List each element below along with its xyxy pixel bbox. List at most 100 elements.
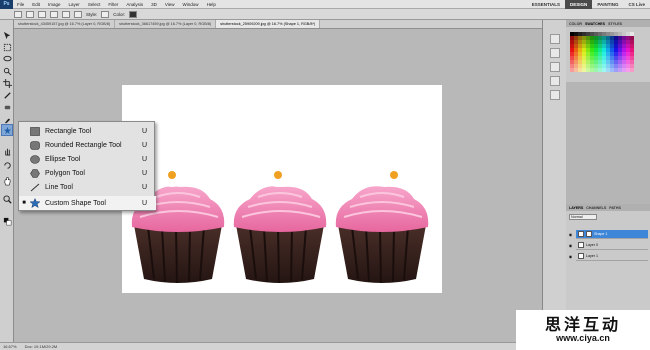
brushes-icon[interactable] [550, 90, 560, 100]
custom-shape-tool-item[interactable]: ■ Custom Shape Tool U [19, 196, 156, 210]
panel-icon-strip [542, 20, 566, 350]
layer-thumbnail [578, 242, 584, 248]
tab-layers[interactable]: LAYERS [569, 206, 583, 210]
quick-select-tool-icon[interactable] [2, 66, 12, 76]
status-bar: 16.67% Doc: 19.1M/29.2M [0, 342, 542, 350]
shortcut-key: U [142, 199, 148, 207]
eyedropper-tool-icon[interactable] [2, 90, 12, 100]
menu-image[interactable]: Image [44, 2, 65, 7]
document-tabs: shutterstock_43459157.jpg @ 16.7% (Layer… [14, 20, 542, 29]
menu-analysis[interactable]: Analysis [122, 2, 147, 7]
layer-name: Layer 0 [586, 243, 598, 247]
rectangle-tool-item[interactable]: Rectangle Tool U [19, 124, 156, 138]
color-label: Color: [113, 11, 126, 17]
tab-styles[interactable]: STYLES [608, 22, 622, 26]
document-tab[interactable]: shutterstock_36617459.jpg @ 16.7% (Layer… [115, 20, 217, 28]
tab-swatches[interactable]: SWATCHES [585, 22, 605, 26]
custom-shape-tool-icon[interactable] [1, 124, 13, 136]
visibility-eye-icon[interactable]: ◉ [568, 254, 573, 259]
visibility-eye-icon[interactable]: ◉ [568, 243, 573, 248]
workspace-painting[interactable]: PAINTING [592, 0, 623, 9]
tool-name: Ellipse Tool [45, 155, 81, 163]
ellipse-tool-item[interactable]: Ellipse Tool U [19, 152, 156, 166]
tools-panel [0, 20, 14, 350]
tool-name: Rounded Rectangle Tool [45, 141, 122, 149]
photoshop-logo: Ps [0, 0, 13, 9]
menu-help[interactable]: Help [203, 2, 220, 7]
blend-mode-select[interactable]: Normal [569, 214, 597, 220]
menu-edit[interactable]: Edit [28, 2, 44, 7]
document-canvas[interactable] [122, 85, 442, 293]
document-tab-active[interactable]: shutterstock_25909209.jpg @ 16.7% (Shape… [216, 20, 321, 28]
rectangle-shape-button[interactable] [62, 10, 70, 18]
swatch-grid[interactable] [570, 32, 634, 72]
rounded-rectangle-tool-item[interactable]: Rounded Rectangle Tool U [19, 138, 156, 152]
panel-empty-area [566, 82, 650, 204]
hand-tool-icon[interactable] [2, 176, 12, 186]
layer-row[interactable]: Shape 1 [576, 230, 648, 239]
tab-paths[interactable]: PATHS [609, 206, 621, 210]
ellipse-icon [29, 154, 41, 164]
history-icon[interactable] [550, 62, 560, 72]
tool-name: Rectangle Tool [45, 127, 92, 135]
hand-tool-icon[interactable] [2, 146, 12, 156]
custom-shape-icon [29, 198, 41, 208]
adjustments-icon[interactable] [550, 34, 560, 44]
visibility-eye-icon[interactable]: ◉ [568, 232, 573, 237]
layer-name: Shape 1 [594, 232, 608, 236]
menu-select[interactable]: Select [84, 2, 105, 7]
style-picker[interactable] [101, 10, 110, 18]
options-bar: Style: Color: [0, 9, 650, 20]
menu-file[interactable]: File [13, 2, 28, 7]
tab-channels[interactable]: CHANNELS [586, 206, 606, 210]
masks-icon[interactable] [550, 48, 560, 58]
cs-live-button[interactable]: CS Live [623, 0, 650, 9]
menu-filter[interactable]: Filter [104, 2, 122, 7]
workspace-essentials[interactable]: ESSENTIALS [527, 0, 565, 9]
watermark-brand: 思洋互动 [544, 315, 621, 334]
polygon-tool-item[interactable]: Polygon Tool U [19, 166, 156, 180]
polygon-icon [29, 168, 41, 178]
marquee-tool-icon[interactable] [2, 42, 12, 52]
layer-thumbnail [578, 253, 584, 259]
lasso-tool-icon[interactable] [2, 54, 12, 64]
tool-name: Polygon Tool [45, 169, 85, 177]
color-swatch[interactable] [129, 10, 138, 18]
panel-dock: COLOR SWATCHES STYLES LAYERS CHANNELS PA… [566, 20, 650, 350]
zoom-level[interactable]: 16.67% [3, 344, 17, 349]
paths-button[interactable] [26, 10, 34, 18]
layer-row[interactable]: Layer 0 [576, 241, 648, 250]
shape-layers-button[interactable] [14, 10, 22, 18]
zoom-tool-icon[interactable] [2, 194, 12, 204]
menu-view[interactable]: View [161, 2, 179, 7]
menu-3d[interactable]: 3D [147, 2, 161, 7]
brush-tool-icon[interactable] [2, 114, 12, 124]
move-tool-icon[interactable] [2, 30, 12, 40]
fill-pixels-button[interactable] [38, 10, 46, 18]
layer-row[interactable]: Layer 1 [576, 252, 648, 261]
line-tool-item[interactable]: Line Tool U [19, 180, 156, 194]
tab-color[interactable]: COLOR [569, 22, 582, 26]
shortcut-key: U [142, 169, 148, 177]
workspace-design[interactable]: DESIGN [565, 0, 593, 9]
menu-layer[interactable]: Layer [65, 2, 84, 7]
selected-tool-marker: ■ [22, 200, 26, 206]
document-tab[interactable]: shutterstock_43459157.jpg @ 16.7% (Layer… [14, 20, 116, 28]
crop-tool-icon[interactable] [2, 78, 12, 88]
rectangle-icon [29, 126, 41, 136]
foreground-color-icon[interactable] [2, 216, 12, 226]
layers-panel-tabs: LAYERS CHANNELS PATHS [566, 204, 650, 211]
rotate-view-tool-icon[interactable] [2, 160, 12, 170]
tool-name: Custom Shape Tool [45, 199, 106, 207]
style-label: Style: [86, 11, 98, 17]
color-swatch[interactable] [630, 68, 634, 72]
ellipse-shape-button[interactable] [74, 10, 82, 18]
actions-icon[interactable] [550, 76, 560, 86]
rounded-rectangle-icon [29, 140, 41, 150]
tool-name: Line Tool [45, 183, 73, 191]
healing-brush-tool-icon[interactable] [2, 102, 12, 112]
pen-button[interactable] [50, 10, 58, 18]
menu-bar: Ps File Edit Image Layer Select Filter A… [0, 0, 650, 9]
site-watermark: 思洋互动 www.ciya.cn [516, 310, 650, 350]
menu-window[interactable]: Window [179, 2, 203, 7]
